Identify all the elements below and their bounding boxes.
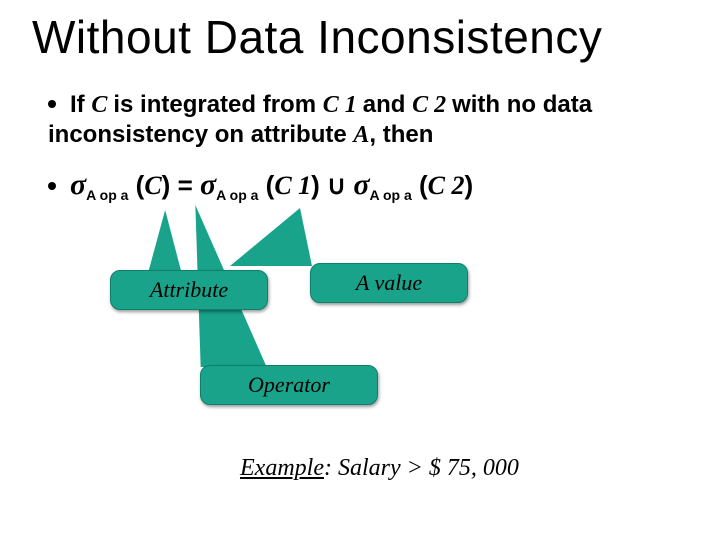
example-line: Example: Salary > $ 75, 000	[240, 455, 519, 482]
arg-c2: C 2	[428, 171, 465, 200]
callout-pointer-icon	[230, 208, 312, 266]
equation: σA op a (C) = σA op a (C 1) ∪ σA op a (C…	[48, 168, 688, 202]
txt: and	[363, 91, 412, 118]
lp: (	[412, 170, 428, 200]
example-text: Salary > $ 75, 000	[338, 455, 519, 481]
txt: , then	[369, 121, 433, 148]
callout-pointer-icon	[149, 210, 187, 270]
lp: (	[258, 170, 274, 200]
sigma-sub-1: A op a	[86, 187, 128, 203]
slide-title: Without Data Inconsistency	[32, 10, 602, 64]
example-sep: :	[324, 455, 338, 481]
sigma-symbol: σ	[200, 168, 216, 201]
rp: )	[311, 170, 327, 200]
premise-bullet: If C is integrated from C 1 and C 2 with…	[48, 90, 668, 150]
sigma-symbol: σ	[353, 168, 369, 201]
rp: )	[162, 170, 178, 200]
arg-c1: C 1	[274, 171, 311, 200]
lp: (	[128, 170, 144, 200]
bullet-dot-icon	[48, 182, 56, 190]
txt: is integrated from	[113, 91, 322, 118]
txt: If	[70, 91, 91, 118]
sigma-symbol: σ	[70, 168, 86, 201]
eq-sign: =	[178, 170, 200, 200]
union-symbol: ∪	[327, 170, 353, 200]
callout-operator: Operator	[200, 365, 378, 405]
rp: )	[464, 170, 473, 200]
var-c1: C 1	[323, 92, 363, 118]
example-label: Example	[240, 455, 324, 481]
var-c: C	[91, 92, 113, 118]
callout-value: A value	[310, 263, 468, 303]
var-c2: C 2	[412, 92, 452, 118]
var-a: A	[353, 122, 369, 148]
slide: Without Data Inconsistency If C is integ…	[0, 0, 720, 540]
callout-attribute: Attribute	[110, 270, 268, 310]
sigma-sub-3: A op a	[369, 187, 411, 203]
sigma-sub-2: A op a	[216, 187, 258, 203]
bullet-dot-icon	[48, 100, 56, 108]
arg-c: C	[144, 171, 161, 200]
